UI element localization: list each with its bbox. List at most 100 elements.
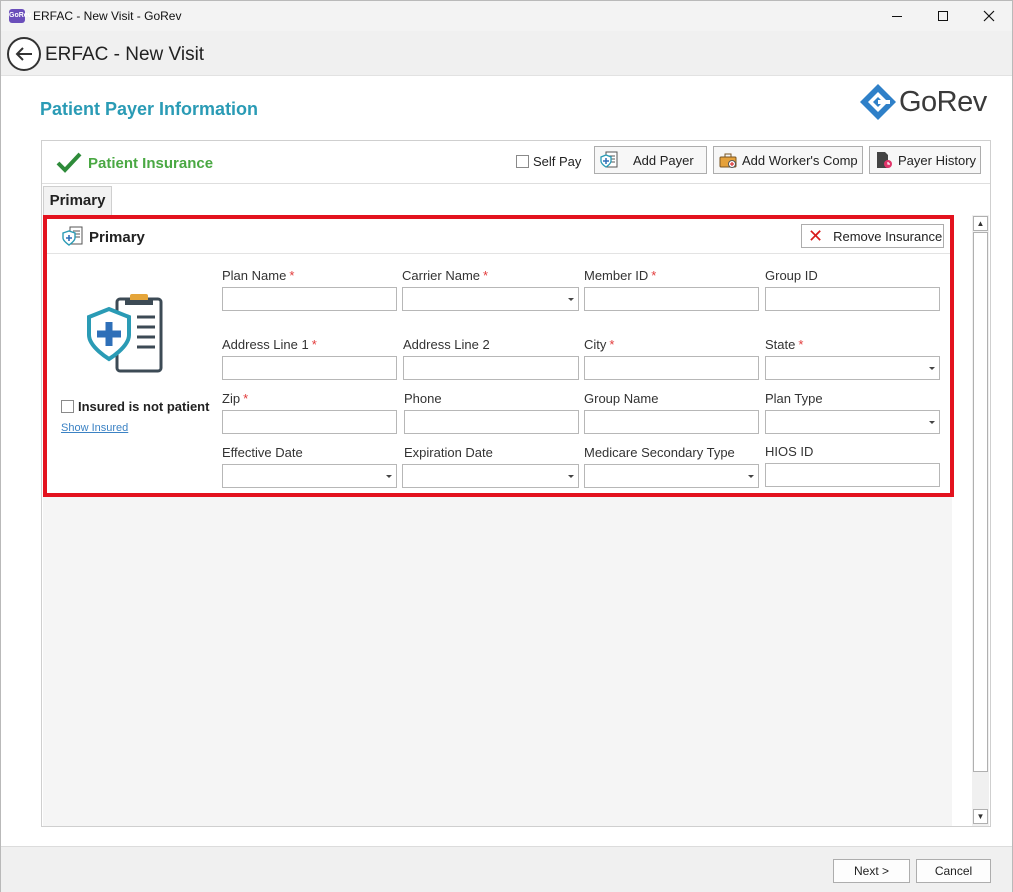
remove-insurance-label: Remove Insurance xyxy=(833,228,943,244)
add-payer-label: Add Payer xyxy=(633,152,694,168)
cancel-button[interactable]: Cancel xyxy=(916,859,991,883)
tab-primary[interactable]: Primary xyxy=(43,186,112,215)
gorev-logo: GoRev xyxy=(859,81,994,123)
window-title: ERFAC - New Visit - GoRev xyxy=(33,9,182,23)
header-title: ERFAC - New Visit xyxy=(45,44,205,65)
plan-name-label-text: Plan Name xyxy=(222,268,287,283)
vertical-scrollbar[interactable]: ▲ ▼ xyxy=(972,215,989,826)
medicare-secondary-type-label: Medicare Secondary Type xyxy=(584,445,735,460)
zip-label-text: Zip xyxy=(222,391,241,406)
member-id-label-text: Member ID xyxy=(584,268,649,283)
close-icon xyxy=(983,10,995,22)
briefcase-icon xyxy=(719,153,737,168)
self-pay-checkbox[interactable]: Self Pay xyxy=(516,154,581,169)
city-input[interactable] xyxy=(584,356,759,380)
plan-type-label: Plan Type xyxy=(765,391,823,406)
remove-insurance-button[interactable]: ✕ Remove Insurance xyxy=(801,224,944,248)
city-required-mark: * xyxy=(609,337,615,352)
plan-name-required-mark: * xyxy=(289,268,295,283)
back-button[interactable] xyxy=(7,37,41,71)
zip-label: Zip * xyxy=(222,391,248,406)
maximize-icon xyxy=(938,11,948,21)
state-label-text: State xyxy=(765,337,796,352)
phone-label: Phone xyxy=(404,391,442,406)
hios-id-input[interactable] xyxy=(765,463,940,487)
arrow-left-icon xyxy=(15,47,32,61)
tab-content: Primary ✕ Remove Insurance Insured is no… xyxy=(43,215,954,826)
plan-type-select[interactable] xyxy=(765,410,940,434)
minimize-button[interactable] xyxy=(874,1,920,31)
insurance-card-icon xyxy=(62,226,83,246)
close-window-button[interactable] xyxy=(966,1,1012,31)
title-bar: GoRev ERFAC - New Visit - GoRev xyxy=(1,1,1012,31)
address-line-1-input[interactable] xyxy=(222,356,397,380)
add-payer-button[interactable]: Add Payer xyxy=(594,146,707,174)
insured-not-patient-label: Insured is not patient xyxy=(78,399,210,414)
address-line-2-label: Address Line 2 xyxy=(403,337,490,352)
maximize-button[interactable] xyxy=(920,1,966,31)
state-label: State * xyxy=(765,337,803,352)
chevron-down-icon xyxy=(929,421,935,424)
logo-text: GoRev xyxy=(899,86,987,118)
carrier-name-label: Carrier Name * xyxy=(402,268,488,283)
member-id-required-mark: * xyxy=(651,268,657,283)
expiration-date-label: Expiration Date xyxy=(404,445,493,460)
expiration-date-picker[interactable] xyxy=(402,464,579,488)
payer-history-label: Payer History xyxy=(898,152,977,168)
card-header: Primary ✕ Remove Insurance xyxy=(47,219,950,254)
checkmark-icon xyxy=(56,152,82,173)
member-id-label: Member ID * xyxy=(584,268,656,283)
add-workers-comp-button[interactable]: Add Worker's Comp xyxy=(713,146,863,174)
scroll-down-button[interactable]: ▼ xyxy=(973,809,988,824)
insured-not-patient-checkbox[interactable]: Insured is not patient xyxy=(61,399,209,414)
effective-date-picker[interactable] xyxy=(222,464,397,488)
chevron-down-icon xyxy=(748,475,754,478)
city-label-text: City xyxy=(584,337,607,352)
minimize-icon xyxy=(892,15,902,17)
scroll-up-button[interactable]: ▲ xyxy=(973,216,988,231)
group-id-input[interactable] xyxy=(765,287,940,311)
page-title: Patient Payer Information xyxy=(40,99,259,119)
patient-insurance-panel: Patient Insurance Self Pay Add Payer Add… xyxy=(41,140,991,827)
medicare-secondary-type-select[interactable] xyxy=(584,464,759,488)
hios-id-label: HIOS ID xyxy=(765,444,814,459)
plan-name-label: Plan Name * xyxy=(222,268,294,283)
carrier-name-select[interactable] xyxy=(402,287,579,311)
address-line-1-label-text: Address Line 1 xyxy=(222,337,309,352)
remove-x-icon: ✕ xyxy=(808,226,824,246)
carrier-name-label-text: Carrier Name xyxy=(402,268,481,283)
self-pay-label: Self Pay xyxy=(533,154,582,169)
panel-header: Patient Insurance Self Pay Add Payer Add… xyxy=(42,141,990,184)
address-line-1-required-mark: * xyxy=(311,337,317,352)
plan-name-input[interactable] xyxy=(222,287,397,311)
zip-required-mark: * xyxy=(243,391,249,406)
chevron-down-icon xyxy=(386,475,392,478)
group-id-label: Group ID xyxy=(765,268,818,283)
city-label: City * xyxy=(584,337,614,352)
address-line-2-input[interactable] xyxy=(403,356,579,380)
primary-insurance-card: Primary ✕ Remove Insurance Insured is no… xyxy=(43,215,954,497)
next-button[interactable]: Next > xyxy=(833,859,910,883)
add-workers-comp-label: Add Worker's Comp xyxy=(742,152,858,168)
show-insured-link[interactable]: Show Insured xyxy=(61,422,128,434)
header-bar: ERFAC - New Visit xyxy=(1,31,1012,76)
member-id-input[interactable] xyxy=(584,287,759,311)
phone-input[interactable] xyxy=(404,410,579,434)
state-select[interactable] xyxy=(765,356,940,380)
group-name-label: Group Name xyxy=(584,391,659,406)
insured-not-patient-checkbox-box[interactable] xyxy=(61,400,74,413)
chevron-down-icon xyxy=(929,367,935,370)
address-line-1-label: Address Line 1 * xyxy=(222,337,317,352)
zip-input[interactable] xyxy=(222,410,397,434)
gorev-app-icon: GoRev xyxy=(9,9,32,23)
self-pay-checkbox-box[interactable] xyxy=(516,155,529,168)
chevron-down-icon xyxy=(568,298,574,301)
effective-date-label: Effective Date xyxy=(222,445,303,460)
payer-history-button[interactable]: Payer History xyxy=(869,146,981,174)
insurance-clipboard-icon xyxy=(87,294,163,373)
card-title: Primary xyxy=(89,229,145,246)
scroll-thumb[interactable] xyxy=(973,232,988,772)
group-name-input[interactable] xyxy=(584,410,759,434)
add-payer-icon xyxy=(600,151,618,168)
chevron-down-icon xyxy=(568,475,574,478)
